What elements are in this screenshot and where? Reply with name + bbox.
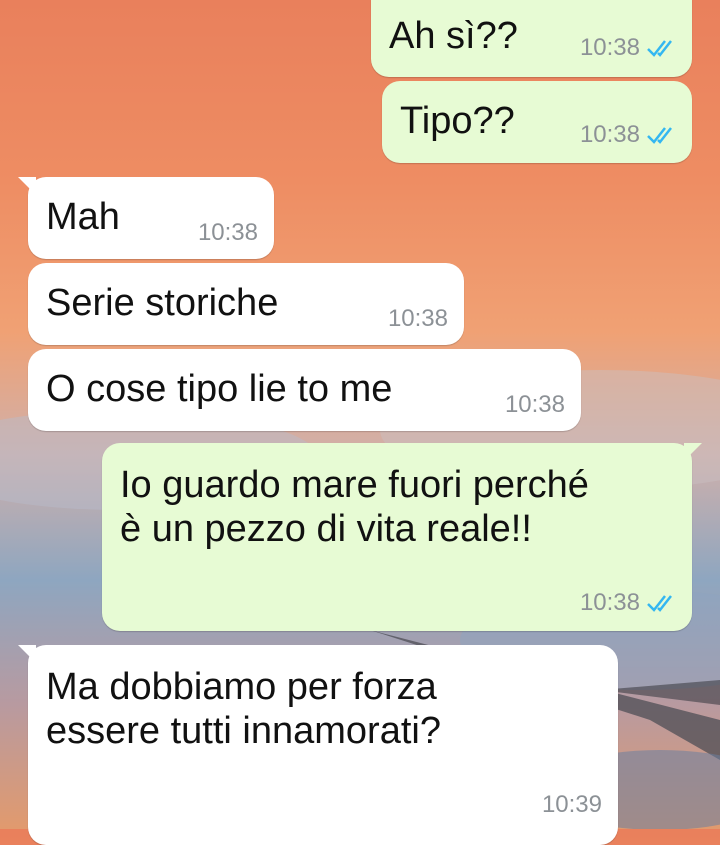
message-bubble-incoming[interactable]: Ma dobbiamo per forza essere tutti innam…	[18, 645, 618, 845]
message-meta: 10:38	[198, 219, 258, 247]
message-meta: 10:39	[542, 791, 602, 819]
message-text: Ma dobbiamo per forza essere tutti innam…	[46, 666, 441, 752]
message-time: 10:38	[579, 589, 640, 616]
double-check-icon	[647, 40, 672, 57]
message-meta: 10:38	[505, 391, 565, 419]
message-meta: 10:38	[580, 34, 678, 62]
message-meta: 10:38	[388, 305, 448, 333]
double-check-icon	[647, 127, 672, 144]
message-text: O cose tipo lie to me	[46, 368, 393, 410]
message-bubble-outgoing[interactable]: Tipo?? 10:38	[382, 81, 692, 163]
message-time: 10:38	[579, 121, 640, 148]
bubble-tail	[18, 177, 36, 195]
message-bubble-outgoing[interactable]: Ah sì?? 10:38	[371, 0, 692, 77]
message-time: 10:39	[541, 791, 602, 818]
message-text: Io guardo mare fuori perché è un pezzo d…	[120, 464, 589, 550]
chat-screen: { "messages": [ {"direction":"outgoing",…	[0, 0, 720, 845]
message-time: 10:38	[387, 305, 448, 332]
message-time: 10:38	[197, 219, 258, 246]
bubble-tail	[684, 443, 702, 461]
message-text: Tipo??	[400, 100, 515, 142]
message-meta: 10:38	[580, 589, 678, 617]
message-text: Serie storiche	[46, 282, 279, 324]
message-bubble-incoming[interactable]: Serie storiche 10:38	[28, 263, 464, 345]
message-meta: 10:38	[580, 121, 678, 149]
message-bubble-incoming[interactable]: Mah 10:38	[18, 177, 274, 259]
message-time: 10:38	[579, 34, 640, 61]
bubble-tail	[18, 645, 36, 663]
message-time: 10:38	[504, 391, 565, 418]
message-bubble-outgoing[interactable]: Io guardo mare fuori perché è un pezzo d…	[102, 443, 702, 631]
message-text: Mah	[46, 196, 120, 238]
double-check-icon	[647, 595, 672, 612]
message-bubble-incoming[interactable]: O cose tipo lie to me 10:38	[28, 349, 581, 431]
message-text: Ah sì??	[389, 15, 518, 57]
